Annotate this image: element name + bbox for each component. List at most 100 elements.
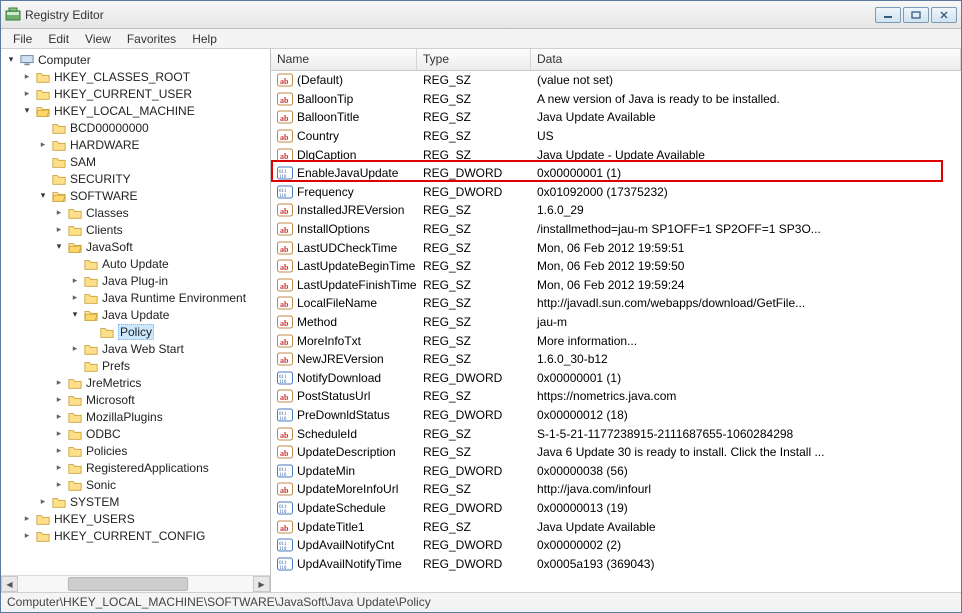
tree-item[interactable]: ▾Computer	[1, 51, 270, 68]
tree-item[interactable]: ▸HKEY_USERS	[1, 510, 270, 527]
collapse-icon[interactable]: ▾	[53, 241, 65, 253]
expand-icon[interactable]: ▸	[53, 479, 65, 491]
menu-favorites[interactable]: Favorites	[119, 30, 184, 48]
tree-item[interactable]: ▸Microsoft	[1, 391, 270, 408]
value-row[interactable]: UpdateScheduleREG_DWORD0x00000013 (19)	[271, 499, 961, 518]
tree-item[interactable]: ▸HKEY_CURRENT_CONFIG	[1, 527, 270, 544]
tree-item[interactable]: BCD00000000	[1, 119, 270, 136]
tree-item[interactable]: Prefs	[1, 357, 270, 374]
tree-item[interactable]: Policy	[1, 323, 270, 340]
tree-item[interactable]: ▸Clients	[1, 221, 270, 238]
tree-item[interactable]: ▾HKEY_LOCAL_MACHINE	[1, 102, 270, 119]
expand-icon[interactable]: ▸	[53, 462, 65, 474]
expand-icon[interactable]: ▸	[53, 207, 65, 219]
menu-edit[interactable]: Edit	[40, 30, 77, 48]
scroll-right-icon[interactable]: ▶	[253, 576, 270, 592]
value-row[interactable]: ScheduleIdREG_SZS-1-5-21-1177238915-2111…	[271, 424, 961, 443]
value-row[interactable]: BalloonTitleREG_SZJava Update Available	[271, 108, 961, 127]
value-row[interactable]: MoreInfoTxtREG_SZMore information...	[271, 331, 961, 350]
value-data: 0x00000001 (1)	[531, 371, 961, 385]
value-row[interactable]: DlgCaptionREG_SZJava Update - Update Ava…	[271, 145, 961, 164]
value-row[interactable]: UpdAvailNotifyTimeREG_DWORD0x0005a193 (3…	[271, 554, 961, 573]
tree-item[interactable]: ▸JreMetrics	[1, 374, 270, 391]
tree-item[interactable]: ▸HKEY_CLASSES_ROOT	[1, 68, 270, 85]
expand-icon[interactable]: ▸	[37, 496, 49, 508]
expand-icon[interactable]: ▸	[69, 292, 81, 304]
value-row[interactable]: BalloonTipREG_SZA new version of Java is…	[271, 90, 961, 109]
tree-item[interactable]: ▸Java Runtime Environment	[1, 289, 270, 306]
expand-icon[interactable]: ▸	[69, 343, 81, 355]
tree-item[interactable]: ▸Policies	[1, 442, 270, 459]
value-row[interactable]: FrequencyREG_DWORD0x01092000 (17375232)	[271, 183, 961, 202]
tree-item[interactable]: ▸Java Web Start	[1, 340, 270, 357]
expand-icon[interactable]: ▸	[53, 428, 65, 440]
expand-icon[interactable]: ▸	[37, 139, 49, 151]
tree-item[interactable]: ▸Classes	[1, 204, 270, 221]
expand-icon[interactable]: ▸	[53, 445, 65, 457]
menu-help[interactable]: Help	[184, 30, 225, 48]
collapse-icon[interactable]: ▾	[5, 54, 17, 66]
minimize-button[interactable]	[875, 7, 901, 23]
tree-item[interactable]: ▸HKEY_CURRENT_USER	[1, 85, 270, 102]
tree-item[interactable]: ▸Sonic	[1, 476, 270, 493]
tree-panel[interactable]: ▾Computer▸HKEY_CLASSES_ROOT▸HKEY_CURRENT…	[1, 49, 271, 592]
value-row[interactable]: (Default)REG_SZ(value not set)	[271, 71, 961, 90]
expand-icon[interactable]: ▸	[21, 513, 33, 525]
tree-item[interactable]: Auto Update	[1, 255, 270, 272]
value-row[interactable]: LastUDCheckTimeREG_SZMon, 06 Feb 2012 19…	[271, 238, 961, 257]
tree-item[interactable]: ▸SYSTEM	[1, 493, 270, 510]
expand-icon[interactable]: ▸	[53, 377, 65, 389]
expand-icon[interactable]: ▸	[53, 411, 65, 423]
value-row[interactable]: PreDownldStatusREG_DWORD0x00000012 (18)	[271, 406, 961, 425]
collapse-icon[interactable]: ▾	[37, 190, 49, 202]
string-icon	[277, 444, 293, 460]
collapse-icon[interactable]: ▾	[21, 105, 33, 117]
tree-item[interactable]: ▸Java Plug-in	[1, 272, 270, 289]
value-row[interactable]: NewJREVersionREG_SZ1.6.0_30-b12	[271, 350, 961, 369]
tree-item[interactable]: ▾Java Update	[1, 306, 270, 323]
tree-hscrollbar[interactable]: ◀ ▶	[1, 575, 270, 592]
value-row[interactable]: LocalFileNameREG_SZhttp://javadl.sun.com…	[271, 294, 961, 313]
col-header-data[interactable]: Data	[531, 49, 961, 70]
close-button[interactable]	[931, 7, 957, 23]
menu-file[interactable]: File	[5, 30, 40, 48]
value-row[interactable]: InstalledJREVersionREG_SZ1.6.0_29	[271, 201, 961, 220]
value-row[interactable]: LastUpdateFinishTimeREG_SZMon, 06 Feb 20…	[271, 276, 961, 295]
expand-icon[interactable]: ▸	[69, 275, 81, 287]
tree-item[interactable]: ▸ODBC	[1, 425, 270, 442]
expand-icon[interactable]: ▸	[21, 88, 33, 100]
value-row[interactable]: LastUpdateBeginTimeREG_SZMon, 06 Feb 201…	[271, 257, 961, 276]
titlebar[interactable]: Registry Editor	[1, 1, 961, 29]
tree-item[interactable]: SECURITY	[1, 170, 270, 187]
tree-item[interactable]: ▸MozillaPlugins	[1, 408, 270, 425]
col-header-type[interactable]: Type	[417, 49, 531, 70]
scroll-thumb[interactable]	[68, 577, 188, 591]
tree-item[interactable]: ▸RegisteredApplications	[1, 459, 270, 476]
expand-icon[interactable]: ▸	[21, 530, 33, 542]
values-panel[interactable]: Name Type Data (Default)REG_SZ(value not…	[271, 49, 961, 592]
value-row[interactable]: InstallOptionsREG_SZ/installmethod=jau-m…	[271, 220, 961, 239]
value-row[interactable]: PostStatusUrlREG_SZhttps://nometrics.jav…	[271, 387, 961, 406]
string-icon	[277, 258, 293, 274]
value-row[interactable]: UpdateDescriptionREG_SZJava 6 Update 30 …	[271, 443, 961, 462]
tree-item[interactable]: ▾JavaSoft	[1, 238, 270, 255]
expand-icon[interactable]: ▸	[53, 224, 65, 236]
maximize-button[interactable]	[903, 7, 929, 23]
tree-item[interactable]: ▸HARDWARE	[1, 136, 270, 153]
value-row[interactable]: EnableJavaUpdateREG_DWORD0x00000001 (1)	[271, 164, 961, 183]
tree-item[interactable]: SAM	[1, 153, 270, 170]
value-row[interactable]: NotifyDownloadREG_DWORD0x00000001 (1)	[271, 369, 961, 388]
value-row[interactable]: CountryREG_SZUS	[271, 127, 961, 146]
value-row[interactable]: UpdAvailNotifyCntREG_DWORD0x00000002 (2)	[271, 536, 961, 555]
expand-icon[interactable]: ▸	[53, 394, 65, 406]
value-row[interactable]: UpdateMoreInfoUrlREG_SZhttp://java.com/i…	[271, 480, 961, 499]
menu-view[interactable]: View	[77, 30, 119, 48]
tree-item[interactable]: ▾SOFTWARE	[1, 187, 270, 204]
value-row[interactable]: MethodREG_SZjau-m	[271, 313, 961, 332]
value-row[interactable]: UpdateMinREG_DWORD0x00000038 (56)	[271, 461, 961, 480]
value-row[interactable]: UpdateTitle1REG_SZJava Update Available	[271, 517, 961, 536]
collapse-icon[interactable]: ▾	[69, 309, 81, 321]
col-header-name[interactable]: Name	[271, 49, 417, 70]
scroll-left-icon[interactable]: ◀	[1, 576, 18, 592]
expand-icon[interactable]: ▸	[21, 71, 33, 83]
